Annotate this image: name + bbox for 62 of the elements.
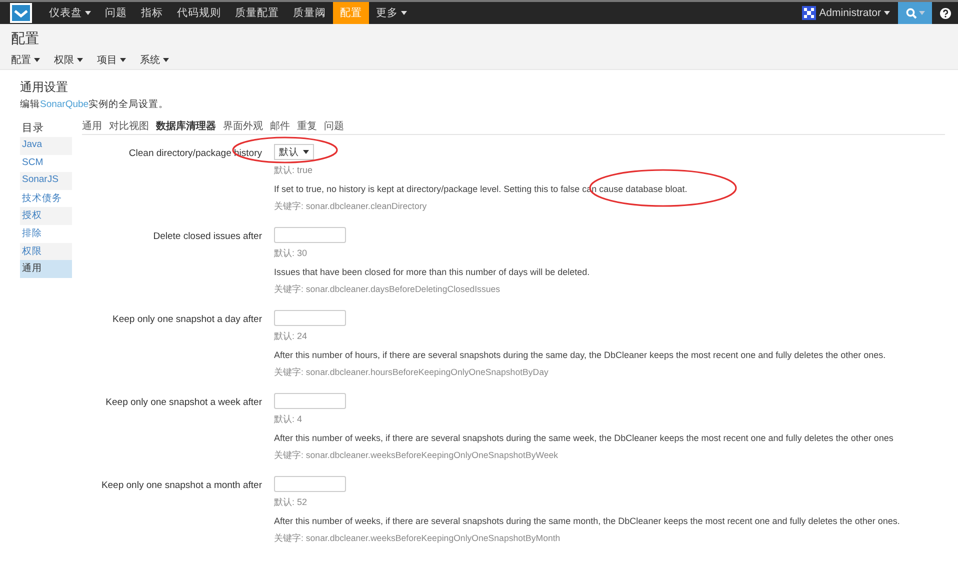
- caret-icon: [884, 11, 890, 15]
- default-value: 默认: 52: [274, 496, 308, 509]
- caret-icon: [303, 150, 309, 154]
- settings-tab[interactable]: 问题: [324, 119, 344, 133]
- help-icon: [940, 8, 950, 18]
- caret-icon: [77, 58, 83, 62]
- sidebar-item[interactable]: 权限: [20, 242, 72, 260]
- settings-tab[interactable]: 对比视图: [109, 119, 149, 133]
- setting-label: Keep only one snapshot a day after: [112, 313, 263, 327]
- search-icon: [906, 8, 916, 18]
- nav-tab[interactable]: 仪表盘: [42, 2, 98, 24]
- nav-tab[interactable]: 质量阈: [286, 2, 333, 24]
- nav-tab[interactable]: 代码规则: [170, 2, 228, 24]
- submenu-item[interactable]: 系统: [140, 53, 169, 67]
- input-field[interactable]: [274, 476, 346, 492]
- settings-tab[interactable]: 数据库清理器: [156, 119, 216, 133]
- input-field[interactable]: [274, 310, 346, 326]
- sidebar-item[interactable]: Java: [20, 137, 72, 155]
- nav-tab[interactable]: 指标: [134, 2, 170, 24]
- settings-tab[interactable]: 界面外观: [223, 119, 263, 133]
- settings-tab[interactable]: 邮件: [270, 119, 290, 133]
- caret-icon: [918, 11, 924, 15]
- sidebar-item[interactable]: SonarJS: [20, 172, 72, 190]
- setting-description: After this number of weeks, if there are several snapshots during the same week, the DbCleaner keeps the most recent one and fully deletes the other ones: [274, 433, 894, 443]
- setting-label: Delete closed issues after: [152, 230, 263, 244]
- submenu-item[interactable]: 权限: [54, 53, 83, 67]
- settings-tab[interactable]: 重复: [297, 119, 317, 133]
- default-value: 默认: 24: [274, 330, 308, 343]
- setting-key: 关键字: sonar.dbcleaner.hoursBeforeKeepingOnlyOneSnapshotByDay: [274, 367, 548, 379]
- submenu-item[interactable]: 配置: [11, 53, 40, 67]
- avatar-icon: [802, 6, 816, 20]
- section-title: 通用设置: [20, 79, 69, 96]
- page-title: 配置: [11, 30, 40, 48]
- setting-description: Issues that have been closed for more than this number of days will be deleted.: [274, 267, 590, 277]
- input-field[interactable]: [274, 393, 346, 409]
- sidebar-item[interactable]: 授权: [20, 207, 72, 225]
- logo-icon[interactable]: [10, 3, 32, 23]
- nav-tab[interactable]: 更多: [369, 2, 414, 24]
- setting-key: 关键字: sonar.dbcleaner.cleanDirectory: [274, 201, 427, 213]
- setting-key: 关键字: sonar.dbcleaner.daysBeforeDeletingClosedIssues: [274, 284, 500, 296]
- section-subtitle: 编辑SonarQube实例的全局设置。: [20, 98, 170, 111]
- user-menu[interactable]: Administrator: [794, 2, 898, 24]
- nav-tab[interactable]: 问题: [98, 2, 134, 24]
- input-field[interactable]: [274, 227, 346, 243]
- default-select[interactable]: 默认: [274, 144, 314, 160]
- nav-tab[interactable]: 质量配置: [228, 2, 286, 24]
- default-value: 默认: 30: [274, 247, 308, 260]
- setting-label: Keep only one snapshot a week after: [104, 396, 263, 410]
- default-value: 默认: true: [274, 164, 313, 177]
- setting-label: Keep only one snapshot a month after: [100, 479, 263, 493]
- setting-key: 关键字: sonar.dbcleaner.weeksBeforeKeepingOnlyOneSnapshotByWeek: [274, 450, 558, 462]
- caret-icon: [120, 58, 126, 62]
- default-value: 默认: 4: [274, 413, 302, 426]
- setting-key: 关键字: sonar.dbcleaner.weeksBeforeKeepingOnlyOneSnapshotByMonth: [274, 533, 560, 545]
- caret-icon: [163, 58, 169, 62]
- setting-description: After this number of hours, if there are several snapshots during the same day, the DbCleaner keeps the most recent one and fully deletes the other ones.: [274, 350, 886, 360]
- sidebar-item[interactable]: 通用: [20, 260, 72, 278]
- sidebar-heading: 目录: [21, 121, 45, 136]
- setting-description: After this number of weeks, if there are several snapshots during the same month, the DbCleaner keeps the most recent one and fully deletes the other ones.: [274, 516, 900, 526]
- submenu-item[interactable]: 项目: [97, 53, 126, 67]
- caret-icon: [34, 58, 40, 62]
- settings-tab[interactable]: 通用: [82, 119, 102, 133]
